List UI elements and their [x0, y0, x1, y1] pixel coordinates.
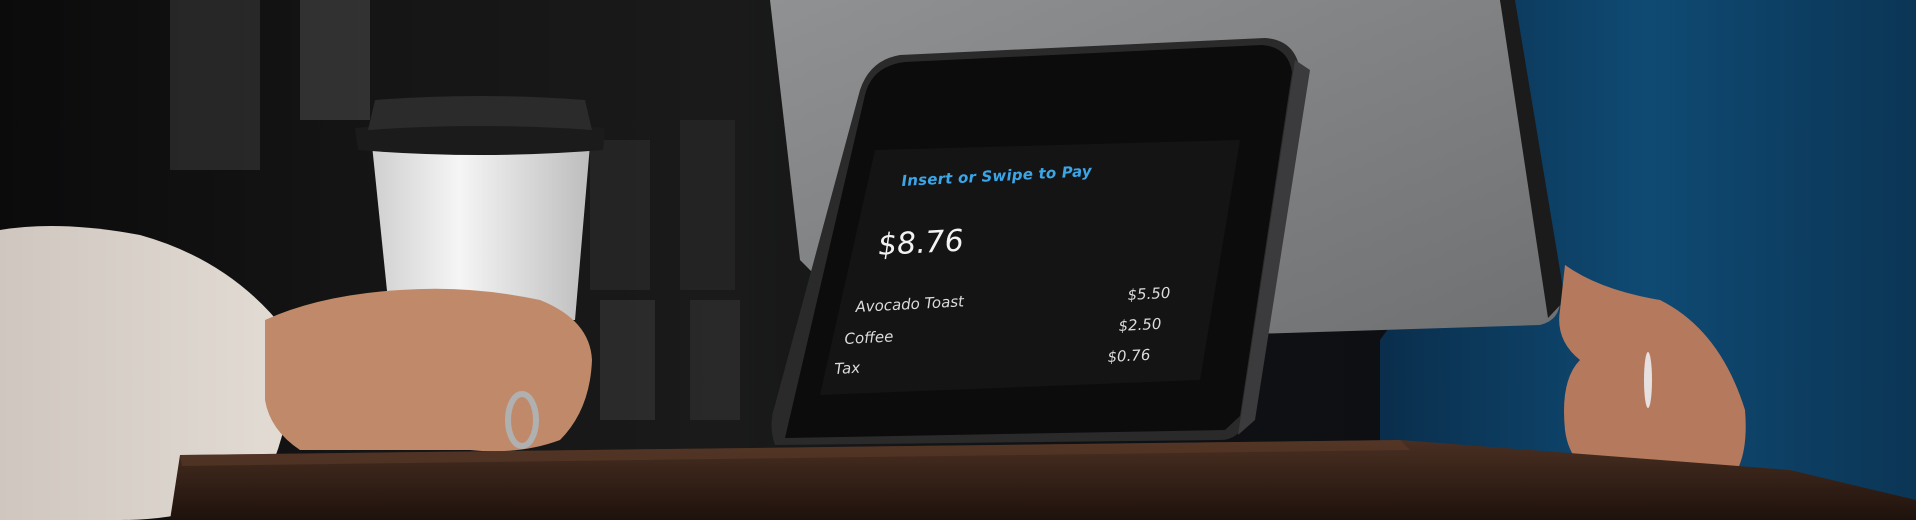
photo-scene: Insert or Swipe to Pay $8.76 Avocado Toa… [0, 0, 1916, 520]
line-item-price: $2.50 [1118, 314, 1162, 335]
line-item-price: $0.76 [1107, 345, 1151, 366]
total-amount: $8.76 [877, 223, 965, 263]
ring-right [1644, 352, 1652, 408]
line-item-label: Tax [834, 358, 861, 378]
line-item-price: $5.50 [1127, 283, 1171, 304]
left-hand [265, 288, 592, 452]
line-item-label: Coffee [844, 327, 894, 348]
scene-illustration [0, 0, 1916, 520]
coffee-cup [355, 96, 605, 320]
